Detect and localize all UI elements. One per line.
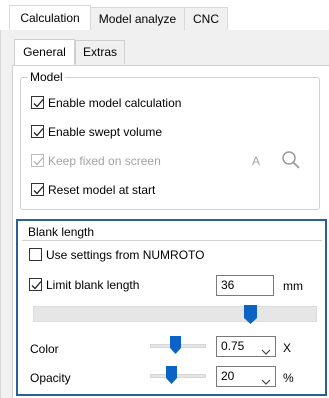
tab-general[interactable]: General — [14, 39, 75, 66]
model-group-title: Model — [28, 70, 65, 84]
blank-length-slider-track[interactable] — [33, 306, 317, 322]
blank-length-unit: mm — [283, 279, 303, 293]
reset-model-at-start-checkbox[interactable] — [31, 183, 44, 196]
chevron-down-icon — [261, 373, 271, 392]
color-unit: X — [283, 341, 292, 355]
limit-blank-length-checkbox[interactable] — [29, 278, 42, 291]
opacity-unit: % — [283, 371, 294, 385]
tab-cnc[interactable]: CNC — [184, 7, 228, 31]
color-combo[interactable]: 0.75 — [216, 336, 276, 357]
tab-calculation[interactable]: Calculation — [9, 5, 91, 31]
blank-length-slider-thumb[interactable] — [244, 305, 258, 324]
enable-swept-volume-label: Enable swept volume — [48, 125, 163, 139]
opacity-label: Opacity — [30, 371, 71, 385]
use-settings-from-numroto-label: Use settings from NUMROTO — [46, 248, 205, 262]
opacity-slider-track[interactable] — [150, 374, 206, 378]
color-value: 0.75 — [221, 339, 245, 353]
color-label: Color — [30, 342, 59, 356]
blank-length-divider — [22, 240, 322, 241]
limit-blank-length-label: Limit blank length — [46, 278, 140, 292]
keep-fixed-on-screen-checkbox[interactable] — [31, 154, 44, 167]
opacity-value: 20 — [221, 369, 235, 383]
keep-fixed-on-screen-label: Keep fixed on screen — [48, 154, 161, 168]
blank-length-group-title: Blank length — [28, 225, 95, 239]
keep-fixed-letter: A — [252, 154, 261, 168]
chevron-down-icon — [261, 343, 271, 362]
opacity-slider-thumb[interactable] — [165, 366, 177, 384]
reset-model-at-start-label: Reset model at start — [48, 183, 156, 197]
color-slider-thumb[interactable] — [170, 336, 182, 354]
opacity-combo[interactable]: 20 — [216, 366, 276, 387]
tab-model-analyze[interactable]: Model analyze — [90, 7, 185, 31]
enable-model-calculation-checkbox[interactable] — [31, 96, 44, 109]
enable-model-calculation-label: Enable model calculation — [48, 96, 182, 110]
search-icon[interactable] — [281, 150, 301, 170]
use-settings-from-numroto-checkbox[interactable] — [29, 248, 42, 261]
tab-extras[interactable]: Extras — [75, 40, 125, 64]
enable-swept-volume-checkbox[interactable] — [31, 125, 44, 138]
blank-length-input[interactable]: 36 — [216, 275, 274, 296]
